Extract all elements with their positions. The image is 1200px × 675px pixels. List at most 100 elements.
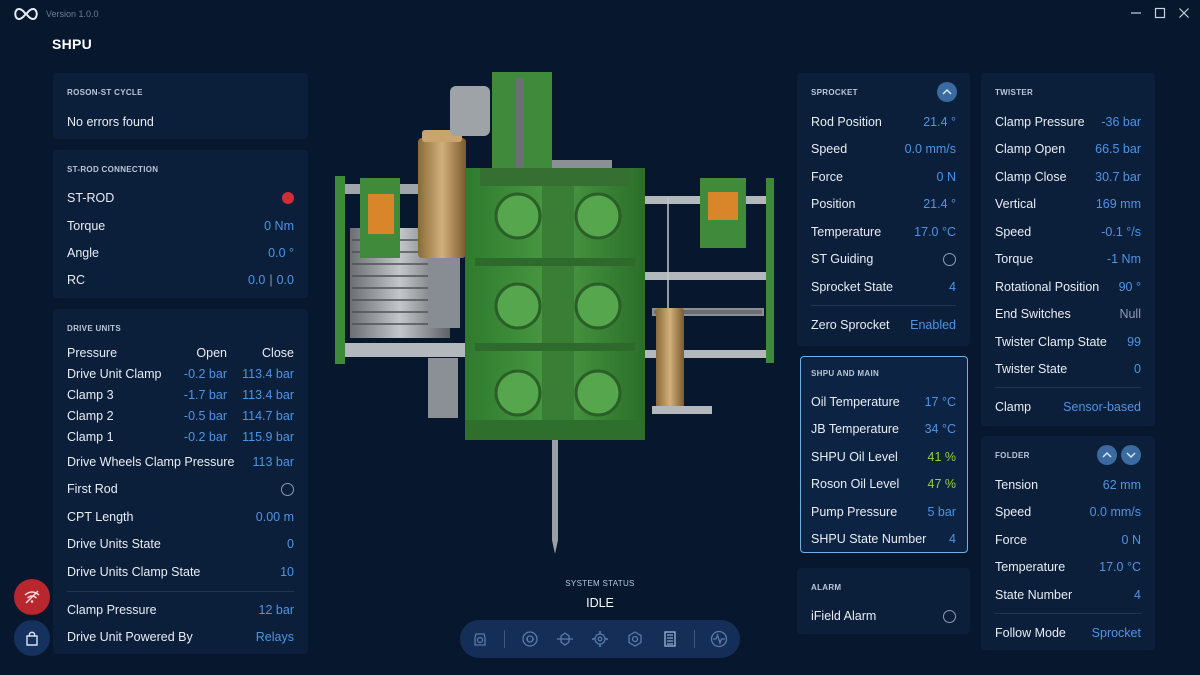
row-value: 17.0 °C <box>914 225 956 239</box>
row-label: Speed <box>811 142 848 156</box>
bag-icon <box>26 631 38 646</box>
tank-icon[interactable] <box>471 630 489 648</box>
rod-icon[interactable] <box>556 630 574 648</box>
folder-down-button[interactable] <box>1121 445 1141 465</box>
row-value: 169 mm <box>1095 197 1141 211</box>
bag-button[interactable] <box>14 620 50 656</box>
row-label: RC <box>67 273 86 287</box>
row-value: Sprocket <box>1091 626 1141 640</box>
wifi-off-icon <box>24 590 40 604</box>
row-value: 0 N <box>1121 533 1141 547</box>
sprocket-collapse-button[interactable] <box>937 82 957 102</box>
row-value: Enabled <box>910 318 956 332</box>
twister-clamp-state-row: Twister Clamp State 99 <box>995 335 1141 351</box>
open-value: -0.5 bar <box>183 409 227 423</box>
force-row: Force 0 N <box>811 170 956 186</box>
powered-by-row: Drive Unit Powered By Relays <box>67 630 294 646</box>
row-label: Position <box>811 197 856 211</box>
row-value: Relays <box>255 630 294 644</box>
row-value: 113 bar <box>252 455 294 469</box>
infinity-logo-icon <box>14 7 38 21</box>
twister-panel: TWISTER Clamp Pressure -36 bar Clamp Ope… <box>981 73 1155 426</box>
row-label: First Rod <box>67 482 118 496</box>
bottom-toolbar <box>460 620 740 658</box>
row-label: ST Guiding <box>811 252 874 266</box>
row-value: -1 Nm <box>1106 252 1141 266</box>
clamp-pressure-row: Clamp Pressure 12 bar <box>67 603 294 619</box>
drive-units-state-row: Drive Units State 0 <box>67 537 294 553</box>
row-label: End Switches <box>995 307 1071 321</box>
row-value: 0 <box>287 537 294 551</box>
shpu-main-panel: SHPU AND MAIN Oil Temperature 17 °C JB T… <box>800 356 968 553</box>
oil-temperature-row: Oil Temperature 17 °C <box>811 395 956 411</box>
row-label: Rod Position <box>811 115 882 129</box>
column-header-close: Close <box>262 346 294 360</box>
roson-cycle-panel: ROSON-ST CYCLE No errors found <box>53 73 308 139</box>
row-label: Vertical <box>995 197 1036 211</box>
divider <box>67 591 294 592</box>
roson-oil-level-row: Roson Oil Level 47 % <box>811 477 956 493</box>
row-label: Roson Oil Level <box>811 477 900 491</box>
row-value: 17 °C <box>924 395 956 409</box>
row-label: Follow Mode <box>995 626 1066 640</box>
row-value: 4 <box>949 280 956 294</box>
system-status-value: IDLE <box>586 596 614 610</box>
clamp-pressure-row: Clamp Pressure -36 bar <box>995 115 1141 131</box>
row-label: Clamp 1 <box>67 430 114 444</box>
folder-up-button[interactable] <box>1097 445 1117 465</box>
close-value: 114.7 bar <box>242 409 294 423</box>
row-label: Temperature <box>995 560 1066 574</box>
row-label: Force <box>811 170 843 184</box>
row-value: Sensor-based <box>1063 400 1141 414</box>
system-status-label: SYSTEM STATUS <box>565 579 635 588</box>
row-label: Tension <box>995 478 1039 492</box>
row-value: 0 N <box>936 170 956 184</box>
row-label: ST-ROD <box>67 191 115 205</box>
indicator-off-icon <box>943 253 956 266</box>
row-value: 0.00 m <box>255 510 294 524</box>
row-value: 21.4 ° <box>923 115 956 129</box>
follow-mode-row: Follow Mode Sprocket <box>995 626 1141 642</box>
wifi-off-button[interactable] <box>14 579 50 615</box>
row-value: -36 bar <box>1101 115 1141 129</box>
version-label: Version 1.0.0 <box>46 9 99 19</box>
waveform-icon[interactable] <box>710 630 728 648</box>
row-label: Twister Clamp State <box>995 335 1107 349</box>
wheels-clamp-pressure-row: Drive Wheels Clamp Pressure 113 bar <box>67 455 294 471</box>
row-label: Drive Wheels Clamp Pressure <box>67 455 235 469</box>
minimize-icon[interactable] <box>1128 5 1144 21</box>
torque-row: Torque 0 Nm <box>67 219 294 235</box>
status-message: No errors found <box>67 115 154 129</box>
clamp-close-row: Clamp Close 30.7 bar <box>995 170 1141 186</box>
twister-icon[interactable] <box>626 630 644 648</box>
temperature-row: Temperature 17.0 °C <box>995 560 1141 576</box>
clamp-mode-row: Clamp Sensor-based <box>995 400 1141 416</box>
open-value: -0.2 bar <box>183 430 227 444</box>
chevron-down-icon <box>1126 452 1136 459</box>
row-label: Temperature <box>811 225 882 239</box>
folder-icon[interactable] <box>661 630 679 648</box>
end-switches-row: End Switches Null <box>995 307 1141 323</box>
row-label: Clamp Pressure <box>995 115 1085 129</box>
row-value: 62 mm <box>1102 478 1141 492</box>
drive-wheel-icon[interactable] <box>521 630 539 648</box>
close-value: 115.9 bar <box>242 430 294 444</box>
angle-row: Angle 0.0 ° <box>67 246 294 262</box>
sprocket-icon[interactable] <box>591 630 609 648</box>
shpu-machine-render <box>335 72 774 554</box>
row-label: Rotational Position <box>995 280 1100 294</box>
row-value: 0.0 mm/s <box>1089 505 1141 519</box>
toolbar-divider <box>504 630 505 648</box>
panel-header: ALARM <box>811 583 842 592</box>
row-value: 99 <box>1127 335 1141 349</box>
position-row: Position 21.4 ° <box>811 197 956 213</box>
panel-header: SHPU AND MAIN <box>811 369 880 378</box>
open-value: -1.7 bar <box>183 388 227 402</box>
close-icon[interactable] <box>1176 5 1192 21</box>
tension-row: Tension 62 mm <box>995 478 1141 494</box>
row-value: -0.1 °/s <box>1101 225 1141 239</box>
maximize-icon[interactable] <box>1152 5 1168 21</box>
pressure-table-header: Pressure Open Close <box>67 346 294 362</box>
close-value: 113.4 bar <box>242 367 294 381</box>
first-rod-row: First Rod <box>67 482 294 498</box>
